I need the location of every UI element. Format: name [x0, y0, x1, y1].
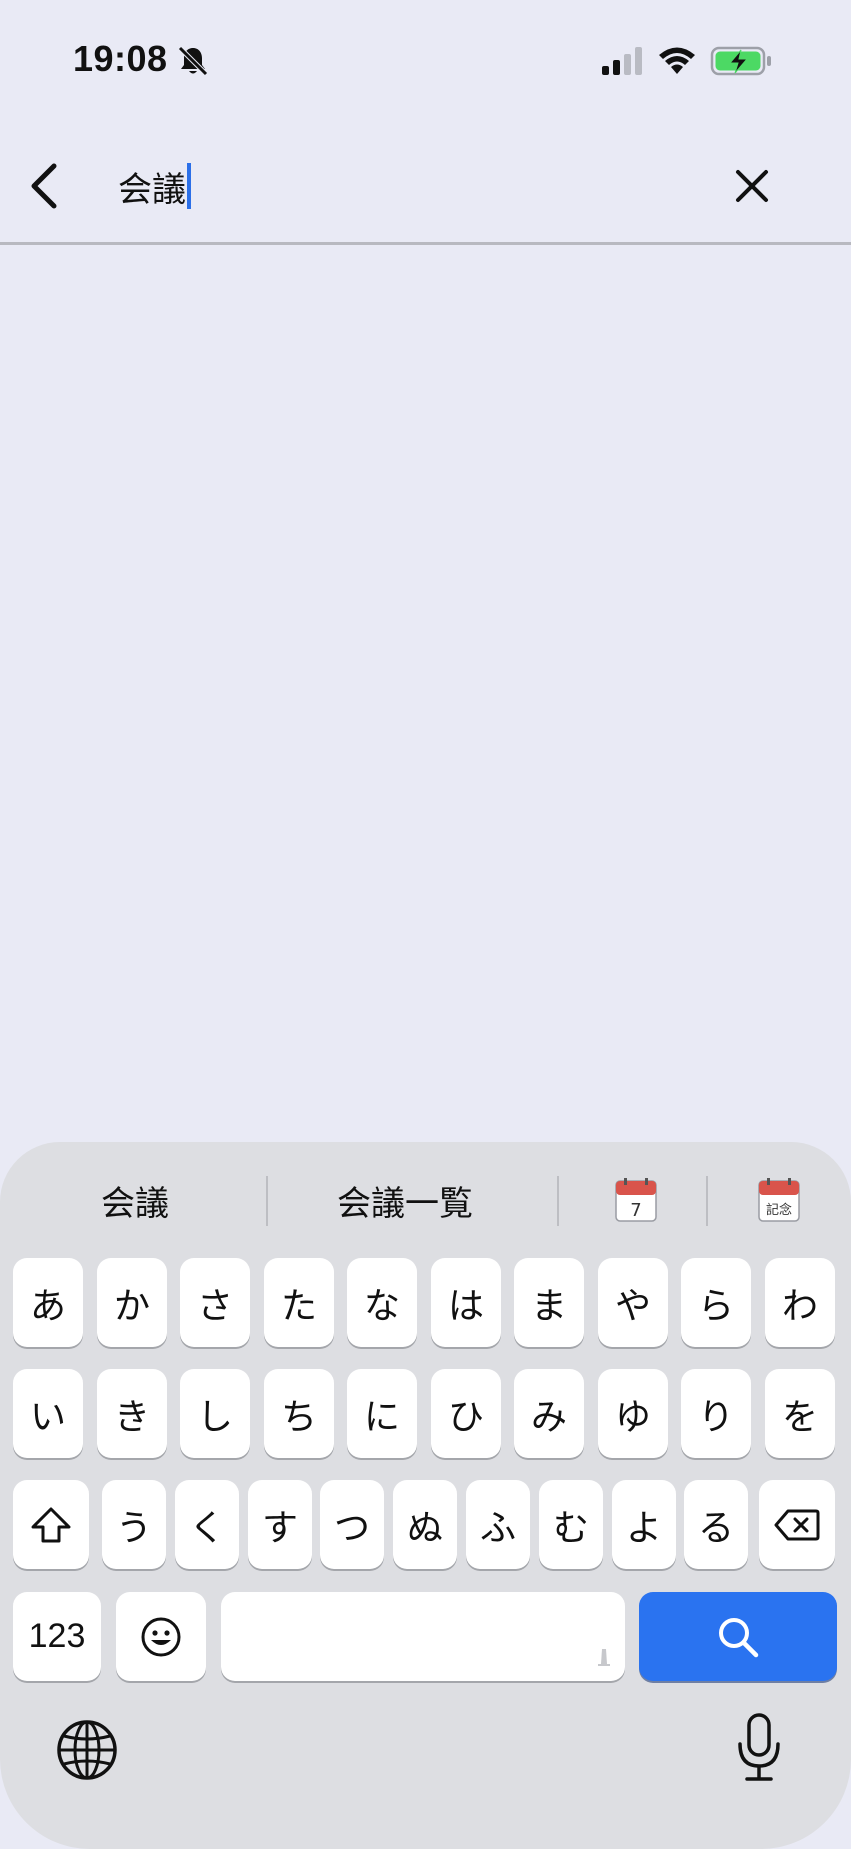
space-hint-icon — [598, 1649, 610, 1666]
search-header: 会議 — [0, 130, 851, 242]
suggestion-divider — [706, 1176, 708, 1226]
status-time: 19:08 — [73, 38, 168, 79]
search-icon — [719, 1617, 759, 1657]
calendar-anniversary-icon: 記念 — [758, 1178, 800, 1222]
suggestion-item[interactable]: 記念 — [744, 1172, 814, 1228]
delete-key[interactable] — [759, 1480, 835, 1569]
status-bar: 19:08 — [0, 0, 851, 110]
key-kana[interactable]: を — [765, 1369, 835, 1458]
key-kana[interactable]: か — [97, 1258, 167, 1347]
key-kana[interactable]: る — [684, 1480, 748, 1569]
key-kana[interactable]: む — [539, 1480, 603, 1569]
key-kana[interactable]: い — [13, 1369, 83, 1458]
calendar-date-icon: 7 — [615, 1178, 657, 1222]
shift-key[interactable] — [13, 1480, 89, 1569]
key-kana[interactable]: な — [347, 1258, 417, 1347]
key-kana[interactable]: み — [514, 1369, 584, 1458]
header-divider — [0, 242, 851, 245]
microphone-icon[interactable] — [735, 1712, 783, 1784]
suggestion-item[interactable]: 会議 — [40, 1172, 230, 1228]
numbers-key[interactable]: 123 — [13, 1592, 101, 1681]
text-caret — [187, 163, 191, 209]
emoji-key[interactable] — [116, 1592, 206, 1681]
back-chevron-icon[interactable] — [26, 160, 66, 212]
shift-arrow-icon — [31, 1507, 71, 1542]
key-kana[interactable]: さ — [180, 1258, 250, 1347]
search-query-text: 会議 — [118, 169, 186, 210]
key-kana[interactable]: よ — [612, 1480, 676, 1569]
key-kana[interactable]: ぬ — [393, 1480, 457, 1569]
bell-off-icon — [178, 46, 208, 76]
key-kana[interactable]: く — [175, 1480, 239, 1569]
key-kana[interactable]: は — [431, 1258, 501, 1347]
suggestion-item[interactable]: 7 — [600, 1172, 672, 1228]
keyboard: 会議 会議一覧 7 記念 あ か さ た な は ま や ら わ い き し ち… — [0, 1142, 851, 1849]
calendar-anniversary-text: 記念 — [766, 1202, 792, 1218]
suggestion-item[interactable]: 会議一覧 — [300, 1172, 510, 1228]
key-kana[interactable]: や — [598, 1258, 668, 1347]
calendar-date-text: 7 — [630, 1200, 641, 1221]
globe-icon[interactable] — [55, 1718, 119, 1782]
key-kana[interactable]: す — [248, 1480, 312, 1569]
wifi-icon — [659, 47, 695, 74]
key-kana[interactable]: ち — [264, 1369, 334, 1458]
battery-charging-icon — [710, 46, 771, 76]
key-kana[interactable]: ふ — [466, 1480, 530, 1569]
emoji-smiley-icon — [141, 1617, 181, 1656]
search-input[interactable]: 会議 — [118, 158, 191, 214]
key-kana[interactable]: ま — [514, 1258, 584, 1347]
key-kana[interactable]: う — [102, 1480, 166, 1569]
key-kana[interactable]: つ — [320, 1480, 384, 1569]
key-kana[interactable]: に — [347, 1369, 417, 1458]
cellular-signal-icon — [602, 47, 642, 75]
key-kana[interactable]: ひ — [431, 1369, 501, 1458]
suggestion-bar: 会議 会議一覧 7 記念 — [0, 1142, 851, 1252]
clear-close-icon[interactable] — [730, 164, 774, 208]
key-kana[interactable]: あ — [13, 1258, 83, 1347]
backspace-icon — [774, 1509, 820, 1540]
key-kana[interactable]: り — [681, 1369, 751, 1458]
key-kana[interactable]: ら — [681, 1258, 751, 1347]
search-key[interactable] — [639, 1592, 837, 1681]
key-kana[interactable]: わ — [765, 1258, 835, 1347]
key-kana[interactable]: き — [97, 1369, 167, 1458]
suggestion-divider — [557, 1176, 559, 1226]
key-kana[interactable]: た — [264, 1258, 334, 1347]
key-kana[interactable]: ゆ — [598, 1369, 668, 1458]
space-key[interactable] — [221, 1592, 625, 1681]
suggestion-divider — [266, 1176, 268, 1226]
suggestion-label: 会議 — [101, 1183, 169, 1224]
key-kana[interactable]: し — [180, 1369, 250, 1458]
suggestion-label: 会議一覧 — [337, 1183, 473, 1224]
